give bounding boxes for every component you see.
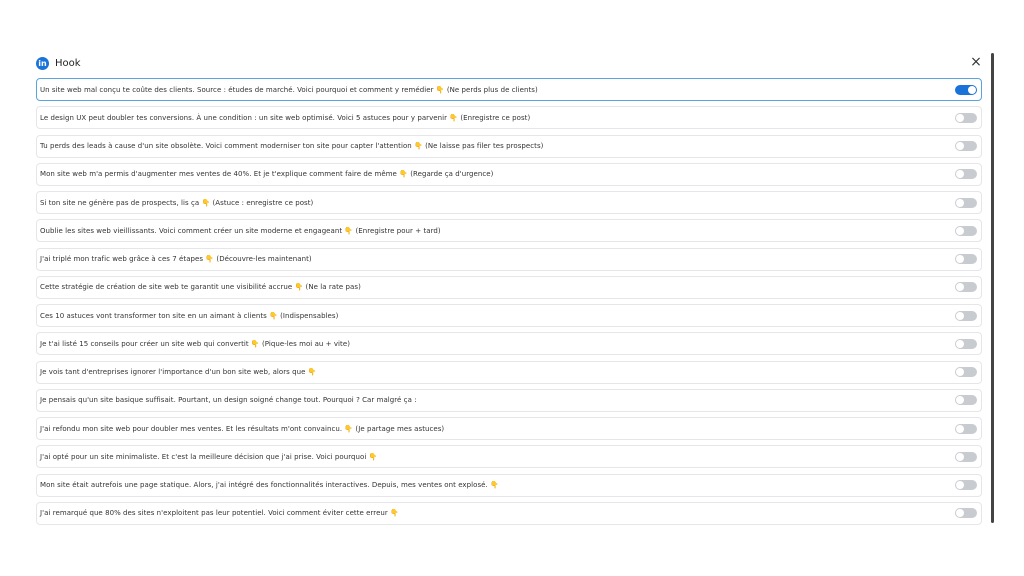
hook-row[interactable]: Le design UX peut doubler tes conversion…: [36, 106, 982, 130]
toggle-knob: [956, 311, 964, 320]
toggle-knob: [956, 113, 964, 122]
hook-row[interactable]: J'ai refondu mon site web pour doubler m…: [36, 417, 982, 441]
toggle-knob: [956, 198, 964, 207]
hook-toggle[interactable]: [955, 141, 977, 152]
hook-row[interactable]: J'ai triplé mon trafic web grâce à ces 7…: [36, 247, 982, 271]
hook-toggle[interactable]: [955, 395, 977, 406]
hook-text: J'ai triplé mon trafic web grâce à ces 7…: [40, 255, 312, 264]
hook-row[interactable]: Tu perds des leads à cause d'un site obs…: [36, 134, 982, 158]
hook-row[interactable]: Mon site web m'a permis d'augmenter mes …: [36, 162, 982, 186]
hook-toggle[interactable]: [955, 112, 977, 123]
close-icon[interactable]: ×: [969, 54, 983, 70]
hook-row[interactable]: Un site web mal conçu te coûte des clien…: [36, 78, 982, 101]
hook-text: J'ai remarqué que 80% des sites n'exploi…: [40, 509, 399, 518]
toggle-knob: [956, 368, 964, 377]
hook-list: Un site web mal conçu te coûte des clien…: [36, 78, 982, 530]
hook-row[interactable]: J'ai opté pour un site minimaliste. Et c…: [36, 445, 982, 469]
hook-text: Tu perds des leads à cause d'un site obs…: [40, 142, 544, 151]
hook-text: Un site web mal conçu te coûte des clien…: [40, 85, 538, 94]
hook-text: Ces 10 astuces vont transformer ton site…: [40, 311, 339, 320]
hook-text: Je pensais qu'un site basique suffisait.…: [40, 396, 417, 405]
hook-toggle[interactable]: [955, 282, 977, 293]
scrollbar[interactable]: [991, 53, 994, 523]
hook-row[interactable]: Si ton site ne génère pas de prospects, …: [36, 191, 982, 215]
toggle-knob: [956, 396, 964, 405]
hook-row[interactable]: Je t'ai listé 15 conseils pour créer un …: [36, 332, 982, 356]
toggle-knob: [956, 339, 964, 348]
panel-title: Hook: [55, 57, 81, 69]
hook-text: Je vois tant d'entreprises ignorer l'imp…: [40, 368, 317, 377]
hook-toggle[interactable]: [955, 225, 977, 236]
toggle-knob: [956, 452, 964, 461]
toggle-knob: [956, 283, 964, 292]
toggle-knob: [968, 85, 976, 94]
toggle-knob: [956, 424, 964, 433]
linkedin-icon: in: [36, 56, 49, 70]
hook-text: J'ai opté pour un site minimaliste. Et c…: [40, 452, 378, 461]
hook-row[interactable]: J'ai remarqué que 80% des sites n'exploi…: [36, 501, 982, 525]
hook-toggle[interactable]: [955, 480, 977, 491]
hook-panel: in Hook × Un site web mal conçu te coûte…: [0, 0, 1024, 576]
hook-row[interactable]: Mon site était autrefois une page statiq…: [36, 473, 982, 497]
hook-row[interactable]: Cette stratégie de création de site web …: [36, 275, 982, 299]
hook-toggle[interactable]: [955, 367, 977, 378]
hook-toggle[interactable]: [955, 423, 977, 434]
hook-row[interactable]: Je vois tant d'entreprises ignorer l'imp…: [36, 360, 982, 384]
hook-text: Si ton site ne génère pas de prospects, …: [40, 198, 314, 207]
hook-toggle[interactable]: [955, 254, 977, 265]
toggle-knob: [956, 142, 964, 151]
hook-text: J'ai refondu mon site web pour doubler m…: [40, 424, 445, 433]
hook-text: Mon site web m'a permis d'augmenter mes …: [40, 170, 494, 179]
toggle-knob: [956, 481, 964, 490]
hook-row[interactable]: Ces 10 astuces vont transformer ton site…: [36, 304, 982, 328]
hook-toggle[interactable]: [955, 197, 977, 208]
toggle-knob: [956, 509, 964, 518]
hook-toggle[interactable]: [955, 338, 977, 349]
toggle-knob: [956, 255, 964, 264]
hook-row[interactable]: Je pensais qu'un site basique suffisait.…: [36, 388, 982, 412]
hook-text: Je t'ai listé 15 conseils pour créer un …: [40, 339, 350, 348]
hook-text: Mon site était autrefois une page statiq…: [40, 481, 499, 490]
hook-text: Le design UX peut doubler tes conversion…: [40, 113, 531, 122]
hook-toggle[interactable]: [955, 451, 977, 462]
hook-text: Cette stratégie de création de site web …: [40, 283, 361, 292]
hook-toggle[interactable]: [955, 169, 977, 180]
toggle-knob: [956, 226, 964, 235]
hook-toggle[interactable]: [955, 508, 977, 519]
hook-row[interactable]: Oublie les sites web vieillissants. Voic…: [36, 219, 982, 243]
toggle-knob: [956, 170, 964, 179]
hook-toggle[interactable]: [955, 84, 977, 95]
hook-toggle[interactable]: [955, 310, 977, 321]
hook-text: Oublie les sites web vieillissants. Voic…: [40, 226, 441, 235]
panel-header: in Hook: [36, 55, 81, 71]
